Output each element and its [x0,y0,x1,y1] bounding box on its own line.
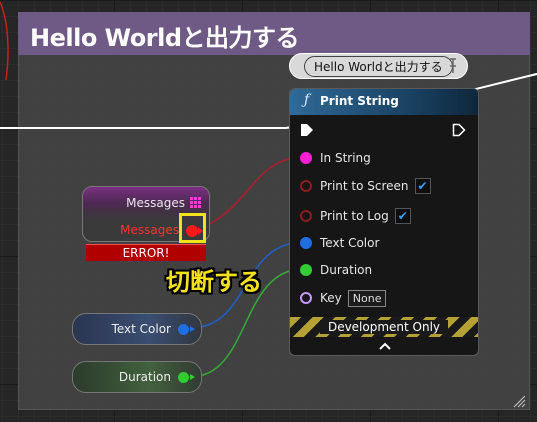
print-string-node[interactable]: ƒ Print String In String Print to Screen… [289,88,479,356]
pin-label-print-to-screen: Print to Screen [320,179,409,193]
blueprint-graph-canvas[interactable]: Hello Worldと出力する Hello Worldと出力する ƒ Prin… [0,0,537,422]
duration-node[interactable]: Duration [72,361,202,393]
development-only-label: Development Only [319,320,449,334]
bool-pin-icon[interactable] [300,210,312,222]
pin-label-text-color: Text Color [320,236,380,250]
pin-icon[interactable] [448,57,458,75]
node-comment-bubble[interactable]: Hello Worldと出力する [289,53,468,79]
pin-label-duration: Duration [320,263,373,277]
function-icon: ƒ [304,92,310,108]
print-string-header[interactable]: ƒ Print String [290,89,478,115]
float-output-arrow-icon [190,374,195,380]
color-output-pin-icon[interactable] [178,324,189,335]
pin-row-text-color[interactable]: Text Color [300,233,379,253]
error-banner: ERROR! [86,244,206,261]
duration-node-label: Duration [118,370,171,384]
text-color-node-label: Text Color [111,322,171,336]
resize-grip-icon[interactable] [512,394,526,408]
pin-row-print-to-log[interactable]: Print to Log ✔ [300,206,411,226]
text-color-node[interactable]: Text Color [72,313,202,345]
color-output-arrow-icon [190,326,195,332]
exec-in-icon[interactable] [300,123,314,137]
pin-label-print-to-log: Print to Log [320,209,389,223]
name-pin-icon[interactable] [300,292,312,304]
string-pin-icon[interactable] [300,152,312,164]
pin-label-in-string: In String [320,151,371,165]
messages-node-title: Messages [126,196,185,210]
pin-row-key[interactable]: Key None [300,288,387,308]
pin-row-duration[interactable]: Duration [300,260,372,280]
key-value-field[interactable]: None [347,289,387,307]
color-pin-icon[interactable] [300,237,312,249]
bool-pin-icon[interactable] [300,180,312,192]
offscreen-red-wire [0,1,9,81]
float-pin-icon[interactable] [300,264,312,276]
print-to-log-checkbox[interactable]: ✔ [394,208,411,224]
node-comment-text: Hello Worldと出力する [304,55,453,77]
annotation-disconnect: 切断する [166,268,262,296]
chevron-up-icon[interactable] [379,341,391,351]
development-only-banner: Development Only [290,317,478,337]
comment-title[interactable]: Hello Worldと出力する [30,18,300,53]
print-string-title: Print String [320,94,399,108]
print-to-screen-checkbox[interactable]: ✔ [414,178,431,194]
pin-label-key: Key [320,291,342,305]
exec-out-icon[interactable] [452,123,466,137]
float-output-pin-icon[interactable] [178,372,189,383]
array-grid-icon [190,197,201,208]
pin-row-in-string[interactable]: In String [300,148,371,168]
highlight-box [179,213,206,243]
pin-row-print-to-screen[interactable]: Print to Screen ✔ [300,176,431,196]
messages-output-label: Messages [120,223,179,237]
